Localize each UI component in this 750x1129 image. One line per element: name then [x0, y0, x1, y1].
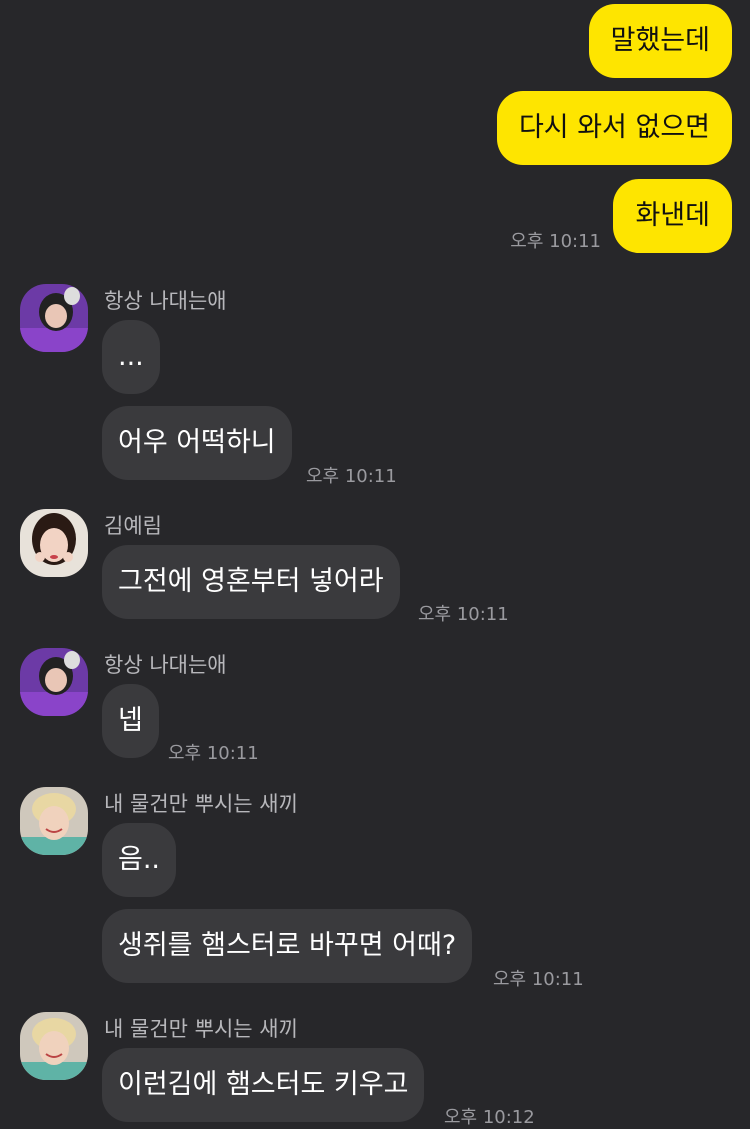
sender-name: 항상 나대는애	[104, 289, 227, 313]
message-text: 넵	[118, 705, 143, 736]
message-text: 화낸데	[635, 200, 710, 231]
sender-name: 김예림	[104, 514, 162, 538]
incoming-message-bubble[interactable]: 넵	[102, 684, 159, 758]
incoming-message-bubble[interactable]: ...	[102, 320, 160, 394]
message-text: ...	[118, 341, 144, 372]
message-text: 그전에 영혼부터 넣어라	[118, 566, 384, 597]
message-timestamp: 오후 10:11	[306, 466, 397, 487]
outgoing-message-bubble[interactable]: 화낸데	[613, 179, 732, 253]
incoming-message-bubble[interactable]: 그전에 영혼부터 넣어라	[102, 545, 400, 619]
incoming-message-bubble[interactable]: 이런김에 햄스터도 키우고	[102, 1048, 425, 1122]
message-text: 음..	[118, 844, 161, 875]
incoming-message-bubble[interactable]: 어우 어떡하니	[102, 406, 292, 480]
sender-name: 항상 나대는애	[104, 653, 227, 677]
incoming-message-bubble[interactable]: 음..	[102, 823, 177, 897]
profile-photo-boy-icon[interactable]	[20, 1012, 88, 1080]
message-timestamp: 오후 10:12	[444, 1107, 535, 1128]
message-text: 다시 와서 없으면	[518, 112, 710, 143]
message-timestamp: 오후 10:11	[418, 604, 509, 625]
outgoing-message-bubble[interactable]: 다시 와서 없으면	[496, 91, 732, 165]
sender-name: 내 물건만 뿌시는 새끼	[104, 792, 298, 816]
message-timestamp: 오후 10:11	[493, 969, 584, 990]
profile-photo-boy-icon[interactable]	[20, 787, 88, 855]
message-text: 생쥐를 햄스터로 바꾸면 어때?	[118, 930, 457, 961]
message-timestamp: 오후 10:11	[510, 231, 601, 252]
message-text: 말했는데	[610, 25, 710, 56]
profile-photo-purple-icon[interactable]	[20, 284, 88, 352]
message-text: 어우 어떡하니	[118, 427, 276, 458]
message-timestamp: 오후 10:11	[168, 743, 259, 764]
sender-name: 내 물건만 뿌시는 새끼	[104, 1017, 298, 1041]
incoming-message-bubble[interactable]: 생쥐를 햄스터로 바꾸면 어때?	[102, 909, 473, 983]
outgoing-message-bubble[interactable]: 말했는데	[588, 4, 732, 78]
message-text: 이런김에 햄스터도 키우고	[118, 1069, 409, 1100]
profile-photo-girl-icon[interactable]	[20, 509, 88, 577]
profile-photo-purple-icon[interactable]	[20, 648, 88, 716]
